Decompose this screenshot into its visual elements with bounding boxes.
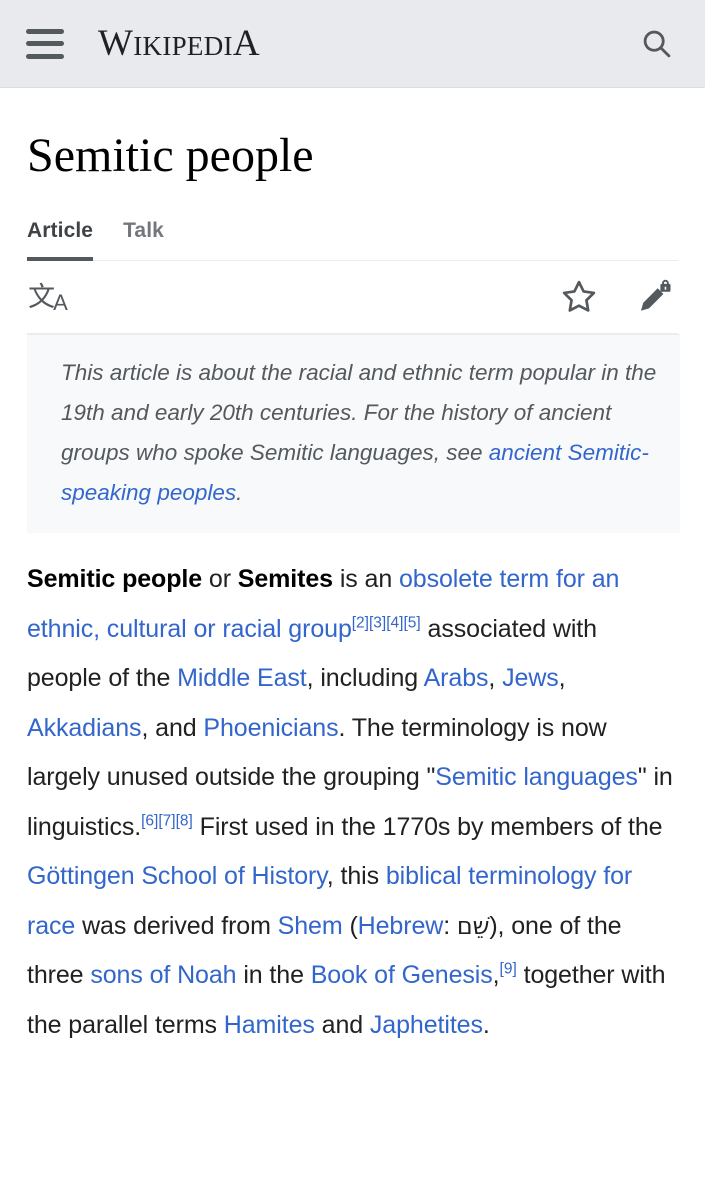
link-phoenicians[interactable]: Phoenicians <box>203 714 338 742</box>
page-content: Semitic people Article Talk 文A This arti… <box>0 88 705 1050</box>
lead-text: and <box>314 1010 370 1039</box>
link-hamites[interactable]: Hamites <box>224 1011 315 1039</box>
search-button[interactable] <box>635 22 679 66</box>
hamburger-bar <box>26 28 64 34</box>
wordmark-last-letter: A <box>232 23 260 64</box>
tab-article[interactable]: Article <box>27 219 94 262</box>
reference-link-5[interactable]: [5] <box>403 615 420 632</box>
lead-paragraph: Semitic people or Semites is an obsolete… <box>27 555 678 1050</box>
lead-text: is an <box>332 565 399 594</box>
lead-text: , <box>492 961 500 990</box>
article-body: Semitic people or Semites is an obsolete… <box>27 533 678 1050</box>
link-jews[interactable]: Jews <box>502 664 559 692</box>
star-icon <box>562 280 596 312</box>
lead-text: , <box>558 664 566 693</box>
link-sons-of-noah[interactable]: sons of Noah <box>90 961 236 989</box>
language-button[interactable]: 文A <box>27 275 71 319</box>
hebrew-word-shem: שֵׁם <box>456 911 490 940</box>
reference-link-7[interactable]: [7] <box>158 813 175 830</box>
site-header: WIKIPEDIA <box>0 0 705 88</box>
lead-text: . <box>482 1010 490 1039</box>
lead-text: , this <box>326 862 386 891</box>
hamburger-menu-icon[interactable] <box>26 28 64 59</box>
lead-text: First used in the 1770s by members of th… <box>192 812 663 841</box>
link-hebrew[interactable]: Hebrew <box>358 912 444 940</box>
link-book-of-genesis[interactable]: Book of Genesis <box>311 961 493 989</box>
lead-text: : <box>443 911 457 940</box>
lead-bold-term-1: Semitic people <box>27 565 203 594</box>
language-icon-cjk: 文 <box>28 281 56 313</box>
hatnote-text-after: . <box>236 480 243 506</box>
reference-link-9[interactable]: [9] <box>500 961 517 978</box>
lead-bold-term-2: Semites <box>237 565 333 594</box>
article-actions: 文A <box>27 261 678 335</box>
reference-link-8[interactable]: [8] <box>176 813 193 830</box>
search-icon <box>643 30 671 57</box>
link-arabs[interactable]: Arabs <box>424 664 489 692</box>
edit-protected-button[interactable] <box>632 274 678 320</box>
reference-marker: [9] <box>500 961 517 978</box>
wordmark-middle: IKIPEDI <box>133 31 233 61</box>
hamburger-bar <box>26 41 64 46</box>
hatnote: This article is about the racial and eth… <box>27 334 680 534</box>
link-shem[interactable]: Shem <box>278 912 343 940</box>
link-akkadians[interactable]: Akkadians <box>27 714 142 742</box>
reference-link-3[interactable]: [3] <box>369 615 386 632</box>
lead-text: or <box>202 565 238 594</box>
lead-text: , including <box>306 664 424 693</box>
wikipedia-wordmark[interactable]: WIKIPEDIA <box>98 25 260 62</box>
reference-marker: [6][7][8] <box>141 813 193 830</box>
lead-text: , <box>488 664 503 693</box>
link-middle-east[interactable]: Middle East <box>177 664 307 692</box>
article-tabs: Article Talk <box>27 219 678 262</box>
lead-text: , and <box>141 713 204 742</box>
link-semitic-languages[interactable]: Semitic languages <box>435 763 638 791</box>
language-icon: 文A <box>28 281 70 314</box>
lead-text: was derived from <box>75 911 278 940</box>
reference-marker: [2][3][4][5] <box>352 615 421 632</box>
link-gottingen-school[interactable]: Göttingen School of History <box>27 862 327 890</box>
reference-link-4[interactable]: [4] <box>386 615 403 632</box>
reference-link-2[interactable]: [2] <box>352 615 369 632</box>
hamburger-bar <box>26 53 64 59</box>
tab-talk[interactable]: Talk <box>123 219 164 260</box>
lead-text: in the <box>236 961 311 990</box>
lead-text: ( <box>342 911 358 940</box>
wordmark-first-letter: W <box>98 23 134 64</box>
watch-button[interactable] <box>556 274 602 320</box>
pencil-lock-icon <box>641 279 671 311</box>
reference-link-6[interactable]: [6] <box>141 813 158 830</box>
link-japhetites[interactable]: Japhetites <box>370 1011 483 1039</box>
page-title: Semitic people <box>27 129 314 182</box>
language-icon-latin: A <box>53 289 68 315</box>
